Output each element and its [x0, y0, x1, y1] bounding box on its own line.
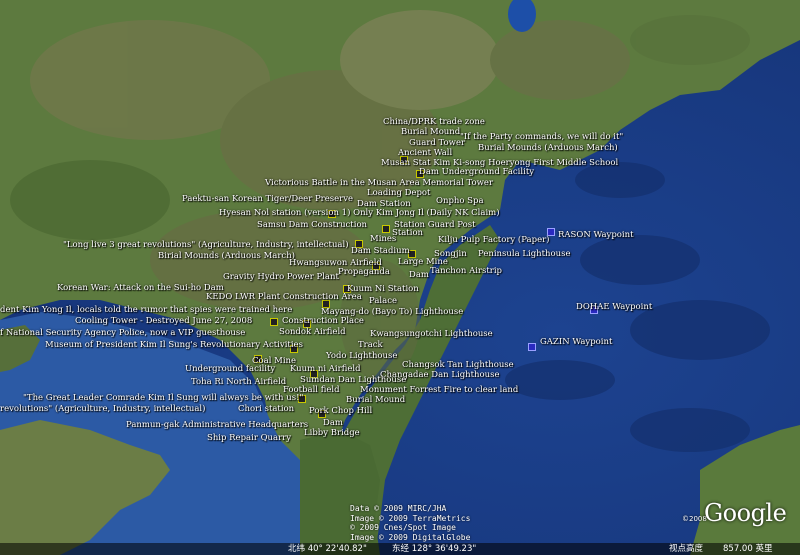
label-korean-war[interactable]: Korean War: Attack on the Sui-ho Dam: [57, 283, 224, 293]
label-pork-chop[interactable]: Pork Chop Hill: [309, 406, 372, 416]
label-kwangsungotchi[interactable]: Kwangsungotchi Lighthouse: [370, 329, 493, 339]
label-musan-memorial[interactable]: Victorious Battle in the Musan Area Memo…: [265, 178, 493, 188]
placemark-pin[interactable]: [382, 225, 390, 233]
label-party-commands[interactable]: "If the Party commands, we will do it": [460, 132, 623, 142]
label-cooling-tower[interactable]: Cooling Tower - Destroyed June 27, 2008: [75, 316, 252, 326]
label-great-leader[interactable]: "The Great Leader Comrade Kim Il Sung wi…: [23, 393, 303, 403]
label-gazin[interactable]: GAZIN Waypoint: [540, 337, 612, 347]
label-museum[interactable]: Museum of President Kim Il Sung's Revolu…: [45, 340, 303, 350]
label-kedo[interactable]: KEDO LWR Plant Construction Area: [206, 292, 362, 302]
label-burial-mound[interactable]: Burial Mound: [401, 127, 460, 137]
label-dam-4[interactable]: Dam: [323, 418, 343, 428]
placemark-pin[interactable]: [270, 318, 278, 326]
label-yodo[interactable]: Yodo Lighthouse: [326, 351, 397, 361]
label-rason[interactable]: RASON Waypoint: [558, 230, 634, 240]
credit-line: © 2009 Cnes/Spot Image: [350, 523, 456, 532]
label-kim-rumor[interactable]: dent Kim Yong Il, locals told the rumor …: [0, 305, 292, 315]
image-credits: Data © 2009 MIRC/JHA Image © 2009 TerraM…: [350, 504, 470, 542]
label-ship-repair[interactable]: Ship Repair Quarry: [207, 433, 291, 443]
longitude-readout: 东经 128° 36'49.23": [392, 544, 477, 554]
label-dam-2[interactable]: Dam: [409, 270, 429, 280]
label-peninsula-lighthouse[interactable]: Peninsula Lighthouse: [478, 249, 571, 259]
label-gravity-hydro[interactable]: Gravity Hydro Power Plant: [223, 272, 339, 282]
label-paektu-preserve[interactable]: Paektu-san Korean Tiger/Deer Preserve: [182, 194, 353, 204]
label-underground[interactable]: Underground facility: [185, 364, 275, 374]
label-loading-depot[interactable]: Loading Depot: [367, 188, 430, 198]
eye-altitude-value: 857.00 英里: [723, 544, 773, 554]
label-panmun[interactable]: Panmun-gak Administrative Headquarters: [126, 420, 308, 430]
label-trade-zone[interactable]: China/DPRK trade zone: [383, 117, 485, 127]
label-samsu-dam[interactable]: Samsu Dam Construction: [257, 220, 367, 230]
credit-line: Data © 2009 MIRC/JHA: [350, 504, 447, 513]
label-burial-mounds-arduous-2[interactable]: Birial Mounds (Arduous March): [158, 251, 295, 261]
label-guard-tower[interactable]: Guard Tower: [409, 138, 465, 148]
label-kilju-pulp[interactable]: Kilju Pulp Factory (Paper): [438, 235, 549, 245]
label-onpho-spa[interactable]: Onpho Spa: [436, 196, 484, 206]
label-burial-mounds-arduous[interactable]: Burial Mounds (Arduous March): [478, 143, 618, 153]
label-changsok[interactable]: Changsok Tan Lighthouse: [402, 360, 514, 370]
label-hyesan-nol[interactable]: Hyesan Nol station (version 1) Only Kim …: [219, 208, 500, 218]
label-dam-stadium[interactable]: Dam Stadium: [351, 246, 410, 256]
label-mines[interactable]: Mines: [370, 234, 396, 244]
label-construction-place[interactable]: Construction Place: [282, 316, 364, 326]
label-dohae[interactable]: DOHAE Waypoint: [576, 302, 652, 312]
label-ancient-wall[interactable]: Ancient Wall: [398, 148, 452, 158]
label-sondok[interactable]: Sondok Airfield: [279, 327, 346, 337]
label-kuum-ni-airfield[interactable]: Kuum ni Airfield: [290, 364, 361, 374]
credit-line: Image © 2009 DigitalGlobe: [350, 532, 471, 542]
google-logo: Google: [704, 499, 787, 527]
label-station[interactable]: Station: [392, 228, 423, 238]
label-long-live[interactable]: "Long live 3 great revolutions" (Agricul…: [63, 240, 349, 250]
label-palace[interactable]: Palace: [369, 296, 397, 306]
label-burial-mound-2[interactable]: Burial Mound: [346, 395, 405, 405]
label-chori[interactable]: Chori station: [238, 404, 294, 414]
label-libby[interactable]: Libby Bridge: [304, 428, 360, 438]
latitude-readout: 北纬 40° 22'40.82": [288, 544, 367, 554]
satellite-map[interactable]: [0, 0, 800, 555]
label-track[interactable]: Track: [358, 340, 383, 350]
gazin-waypoint-marker[interactable]: [528, 343, 536, 351]
label-tanchon[interactable]: Tanchon Airstrip: [430, 266, 502, 276]
label-nsa-guesthouse[interactable]: f National Security Agency Police, now a…: [0, 328, 245, 338]
status-bar: 北纬 40° 22'40.82" 东经 128° 36'49.23" 视点高度 …: [0, 543, 800, 555]
label-revolutions-tail[interactable]: revolutions" (Agriculture, Industry, int…: [0, 404, 205, 414]
label-forrest-fire[interactable]: Monument Forrest Fire to clear land: [360, 385, 518, 395]
eye-altitude-label: 视点高度: [669, 544, 704, 554]
label-toha[interactable]: Toha Ri North Airfield: [191, 377, 286, 387]
label-dam-underground[interactable]: Dam Underground Facility: [419, 167, 534, 177]
credit-line: Image © 2009 TerraMetrics: [350, 513, 471, 523]
label-sumdan[interactable]: Sumdan Dan Lighthouse: [300, 375, 406, 385]
label-propaganda[interactable]: Propaganda: [338, 267, 390, 277]
